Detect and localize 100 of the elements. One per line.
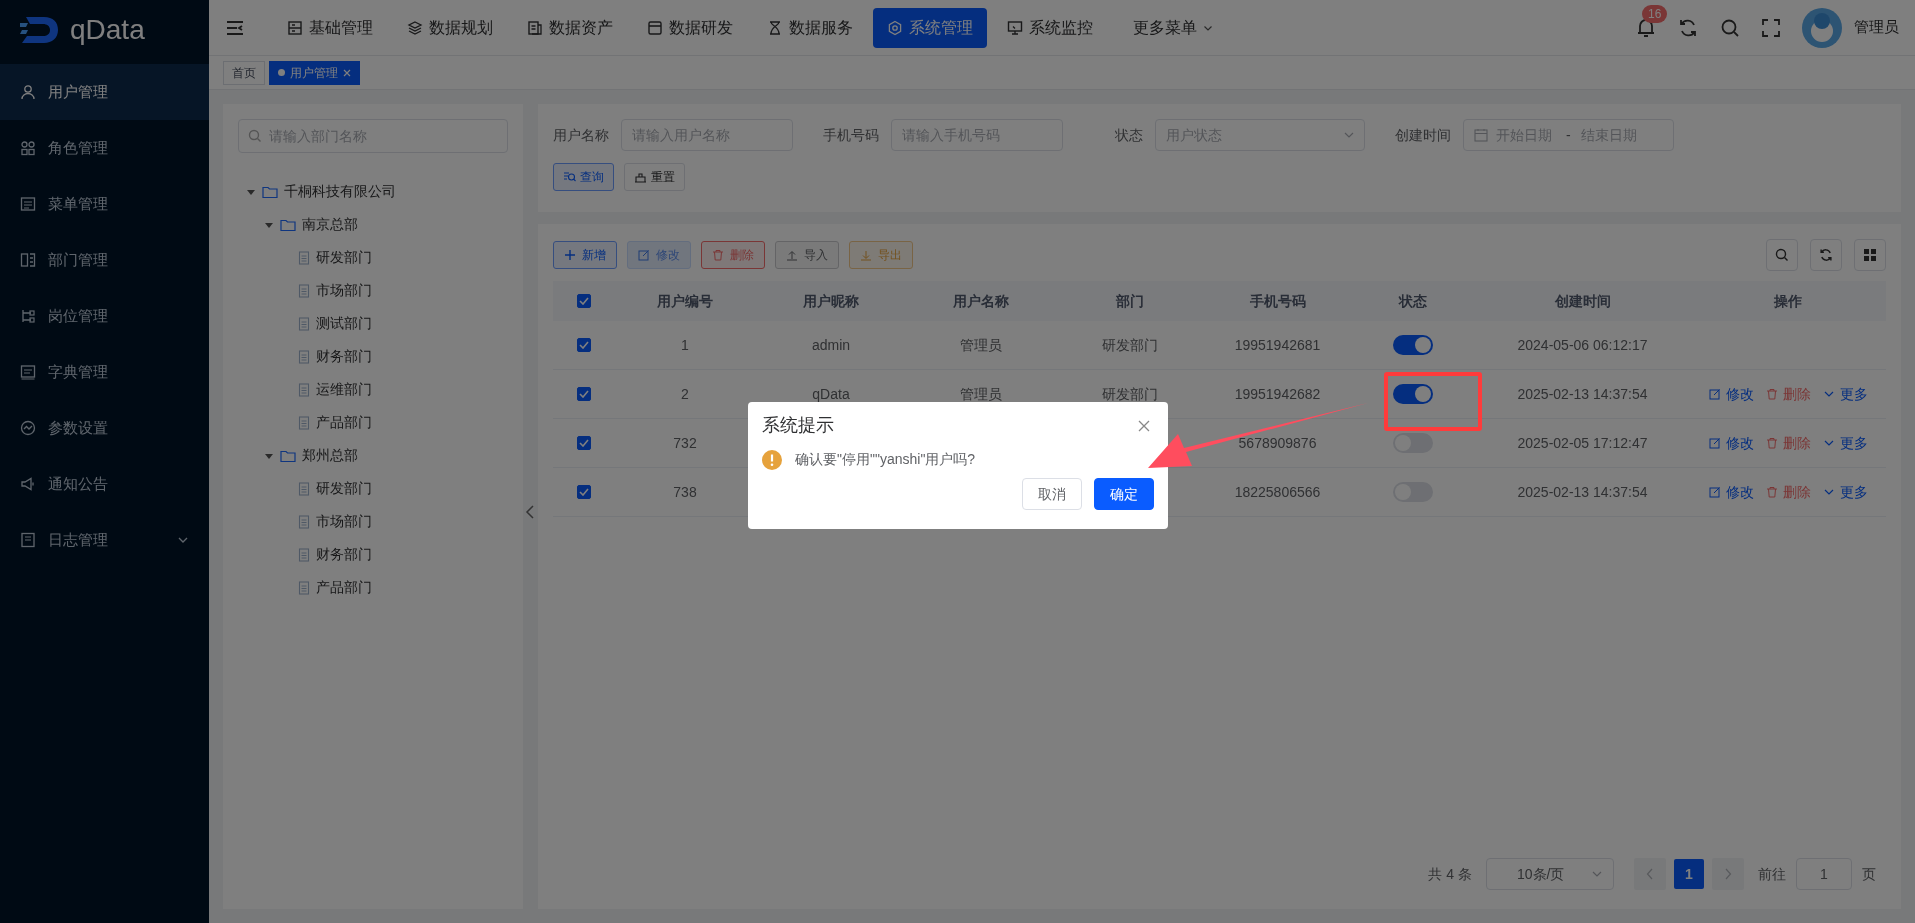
sidebar-item[interactable]: 菜单管理 bbox=[0, 176, 209, 232]
delete-link[interactable]: 删除 bbox=[1765, 481, 1811, 503]
table-cell-text: 管理员 bbox=[960, 335, 1002, 355]
delete-link[interactable]: 删除 bbox=[1765, 383, 1811, 405]
tree-node[interactable]: 运维部门 bbox=[316, 379, 372, 400]
tree-node[interactable]: 产品部门 bbox=[316, 577, 372, 598]
sidebar-item[interactable]: 角色管理 bbox=[0, 120, 209, 176]
column-header: 用户名称 bbox=[953, 291, 1009, 311]
table-cell-text: 5678909876 bbox=[1238, 433, 1317, 453]
sidebar-item[interactable]: 部门管理 bbox=[0, 232, 209, 288]
tree-node[interactable]: 财务部门 bbox=[316, 346, 372, 367]
page-button[interactable]: 1 bbox=[1674, 859, 1704, 889]
window-icon bbox=[647, 19, 663, 36]
nav-tab[interactable]: 系统管理 bbox=[873, 7, 987, 48]
nav-tab[interactable]: 系统监控 bbox=[993, 7, 1107, 48]
toggle-switch[interactable] bbox=[1392, 384, 1433, 404]
check-icon bbox=[579, 297, 589, 305]
column-header: 操作 bbox=[1774, 291, 1802, 311]
sidebar-item[interactable]: 通知公告 bbox=[0, 456, 209, 512]
delete-button[interactable]: 删除 bbox=[701, 241, 765, 269]
tree-node[interactable]: 南京总部 bbox=[302, 214, 358, 235]
confirm-button[interactable]: 确定 bbox=[1094, 478, 1154, 510]
page-input[interactable]: 1 bbox=[1796, 858, 1852, 890]
tree-node[interactable]: 财务部门 bbox=[316, 544, 372, 565]
nav-tab[interactable]: 数据资产 bbox=[513, 7, 627, 48]
reset-button[interactable]: 重置 bbox=[624, 163, 685, 191]
tree-node[interactable]: 市场部门 bbox=[316, 511, 372, 532]
table-cell-text: 1 bbox=[681, 335, 689, 355]
sidebar-item[interactable]: 用户管理 bbox=[0, 64, 209, 120]
folder-icon bbox=[280, 217, 296, 232]
page-tab[interactable]: 首页 bbox=[223, 60, 265, 85]
user-name[interactable]: 管理员 bbox=[1854, 16, 1899, 39]
nav-tab[interactable]: 基础管理 bbox=[273, 7, 387, 48]
tree-node[interactable]: 郑州总部 bbox=[302, 445, 358, 466]
checkbox[interactable] bbox=[577, 485, 591, 499]
nav-tab[interactable]: 数据服务 bbox=[753, 7, 867, 48]
download-icon bbox=[860, 249, 872, 261]
sidebar-item[interactable]: 参数设置 bbox=[0, 400, 209, 456]
page-tab[interactable]: 用户管理 bbox=[269, 60, 360, 85]
edit-link[interactable]: 修改 bbox=[1708, 432, 1754, 454]
column-header: 部门 bbox=[1116, 291, 1144, 311]
tree-node[interactable]: 研发部门 bbox=[316, 478, 372, 499]
dialog-title: 系统提示 bbox=[762, 414, 834, 437]
column-header: 创建时间 bbox=[1554, 291, 1611, 311]
more-menu[interactable]: 更多菜单 bbox=[1119, 7, 1227, 48]
table-cell-text: 19951942681 bbox=[1234, 335, 1321, 355]
menu-icon[interactable] bbox=[225, 18, 245, 37]
add-button[interactable]: 新增 bbox=[553, 241, 617, 269]
log-icon bbox=[20, 532, 36, 548]
search-button[interactable] bbox=[1766, 239, 1798, 271]
fullscreen-icon[interactable] bbox=[1762, 18, 1780, 37]
document-icon bbox=[298, 481, 310, 496]
avatar[interactable] bbox=[1802, 7, 1842, 48]
checkbox[interactable] bbox=[577, 387, 591, 401]
nav-tab[interactable]: 数据规划 bbox=[393, 7, 507, 48]
search-button[interactable]: 查询 bbox=[553, 163, 614, 191]
edit-link[interactable]: 修改 bbox=[1708, 481, 1754, 503]
sidebar-item[interactable]: 日志管理 bbox=[0, 512, 209, 568]
collapse-icon[interactable] bbox=[525, 504, 535, 520]
document-icon bbox=[298, 514, 310, 529]
check-icon bbox=[579, 439, 589, 447]
sidebar-item[interactable]: 字典管理 bbox=[0, 344, 209, 400]
document-icon bbox=[298, 283, 310, 298]
more-link[interactable]: 更多 bbox=[1822, 481, 1868, 503]
checkbox[interactable] bbox=[577, 294, 591, 308]
range-separator: - bbox=[1565, 125, 1572, 145]
import-button[interactable]: 导入 bbox=[775, 241, 839, 269]
folder-icon bbox=[262, 184, 278, 199]
sidebar-item[interactable]: 岗位管理 bbox=[0, 288, 209, 344]
toggle-switch[interactable] bbox=[1392, 335, 1433, 355]
folder-icon bbox=[280, 448, 296, 463]
tree-node[interactable]: 测试部门 bbox=[316, 313, 372, 334]
search-icon[interactable] bbox=[1720, 17, 1740, 38]
close-icon[interactable] bbox=[1138, 419, 1150, 432]
checkbox[interactable] bbox=[577, 338, 591, 352]
logo-text: qData bbox=[70, 16, 145, 44]
delete-link[interactable]: 删除 bbox=[1765, 432, 1811, 454]
trash-icon bbox=[1765, 486, 1778, 498]
search-icon bbox=[248, 129, 262, 143]
refresh-button[interactable] bbox=[1810, 239, 1842, 271]
tree-node[interactable]: 产品部门 bbox=[316, 412, 372, 433]
table-cell-text: 19951942682 bbox=[1234, 384, 1321, 404]
total-count: 共 4 条 bbox=[1428, 864, 1472, 884]
page-size-select[interactable]: 10条/页 bbox=[1486, 858, 1614, 890]
refresh-icon[interactable] bbox=[1678, 17, 1698, 38]
more-link[interactable]: 更多 bbox=[1822, 432, 1868, 454]
tree-node[interactable]: 研发部门 bbox=[316, 247, 372, 268]
tree-node[interactable]: 千桐科技有限公司 bbox=[284, 181, 396, 202]
edit-link[interactable]: 修改 bbox=[1708, 383, 1754, 405]
columns-button[interactable] bbox=[1854, 239, 1886, 271]
field-label: 用户名称 bbox=[553, 125, 609, 145]
document-icon bbox=[298, 580, 310, 595]
cancel-button[interactable]: 取消 bbox=[1022, 478, 1082, 510]
table-cell-text: 2025-02-13 14:37:54 bbox=[1517, 384, 1648, 404]
nav-tab[interactable]: 数据研发 bbox=[633, 7, 747, 48]
checkbox[interactable] bbox=[577, 436, 591, 450]
more-link[interactable]: 更多 bbox=[1822, 383, 1868, 405]
monitor-icon bbox=[1007, 19, 1023, 36]
tree-node[interactable]: 市场部门 bbox=[316, 280, 372, 301]
hexagon-icon bbox=[887, 19, 903, 36]
